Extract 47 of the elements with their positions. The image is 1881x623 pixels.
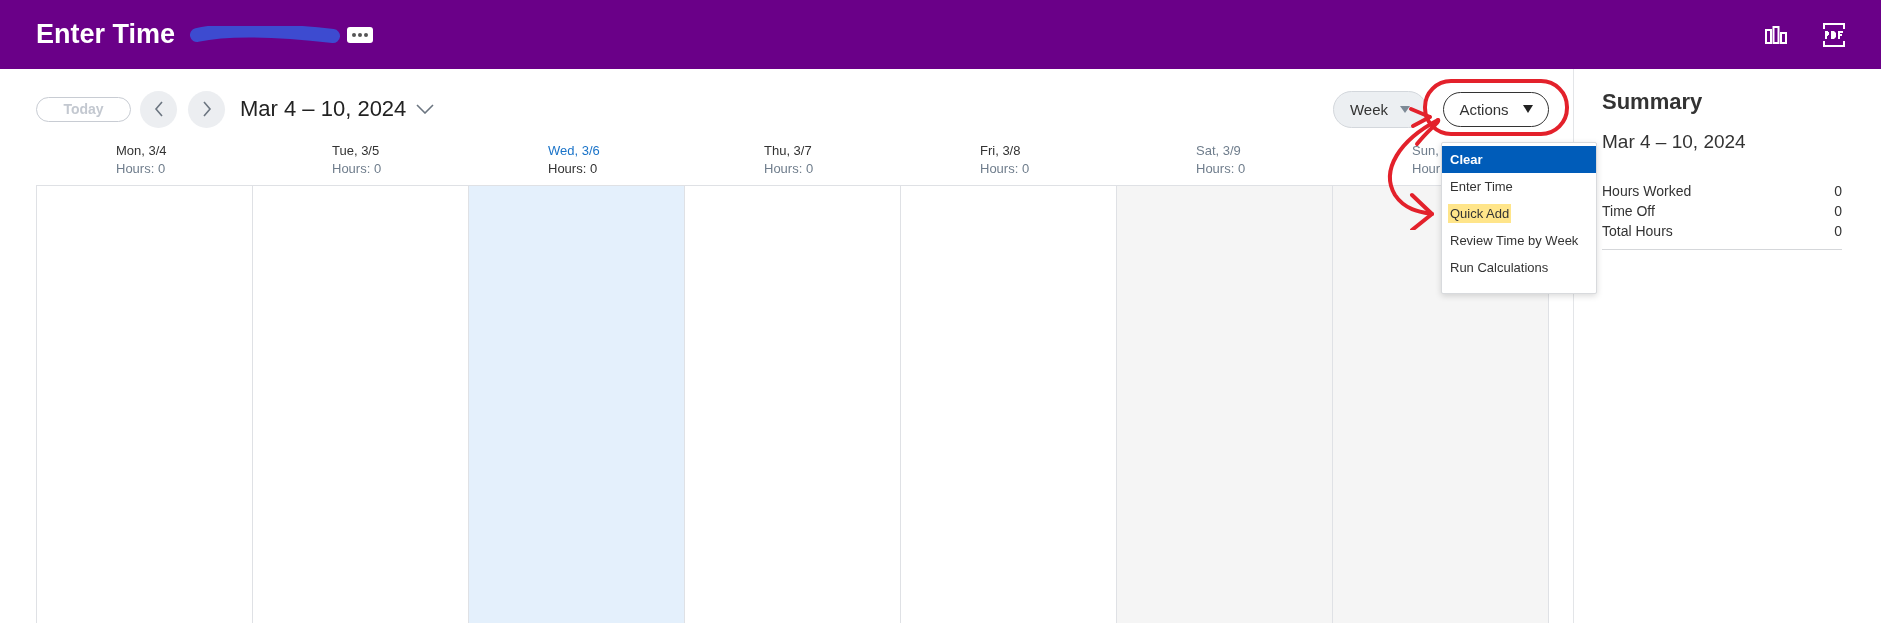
chevron-right-icon: [201, 101, 212, 117]
date-range-picker[interactable]: Mar 4 – 10, 2024: [240, 96, 435, 122]
day-label: Tue, 3/5: [332, 142, 381, 160]
menu-item[interactable]: Quick Add: [1442, 200, 1596, 227]
day-label: Wed, 3/6: [548, 142, 601, 160]
pdf-icon[interactable]: [1823, 22, 1845, 47]
menu-item[interactable]: Review Time by Week: [1442, 227, 1596, 254]
day-label: Thu, 3/7: [764, 142, 813, 160]
day-hours: Hours: 0: [548, 160, 599, 178]
chevron-left-icon: [153, 101, 164, 117]
menu-item[interactable]: Run Calculations: [1442, 254, 1596, 281]
menu-item-label: Quick Add: [1448, 204, 1512, 223]
summary-value: 0: [1834, 222, 1842, 241]
menu-item-label: Run Calculations: [1449, 259, 1550, 277]
day-hours: Hours: 0: [332, 160, 383, 178]
menu-item[interactable]: Enter Time: [1442, 173, 1596, 200]
day-hours: Hours: 0: [116, 160, 167, 178]
menu-item-label: Clear: [1449, 151, 1484, 169]
day-hours: Hours: 0: [980, 160, 1031, 178]
summary-value: 0: [1834, 202, 1842, 221]
summary-label: Total Hours: [1602, 222, 1673, 241]
more-button[interactable]: [347, 26, 374, 43]
summary-value: 0: [1834, 182, 1842, 201]
day-column[interactable]: [1117, 186, 1333, 623]
menu-item[interactable]: Clear: [1442, 146, 1596, 173]
caret-icon: [1522, 105, 1533, 113]
chart-icon[interactable]: [1765, 25, 1787, 44]
day-hours: Hours: 0: [764, 160, 815, 178]
day-hours: Hour: [1412, 160, 1442, 178]
day-hours: Hours: 0: [1196, 160, 1247, 178]
day-label: Mon, 3/4: [116, 142, 168, 160]
menu-item-label: Review Time by Week: [1449, 232, 1580, 250]
day-label: Fri, 3/8: [980, 142, 1022, 160]
summary-label: Time Off: [1602, 202, 1655, 221]
next-button[interactable]: [188, 90, 225, 128]
summary-date-range: Mar 4 – 10, 2024: [1602, 131, 1747, 153]
actions-button[interactable]: Actions: [1443, 91, 1549, 127]
menu-item-label: Enter Time: [1449, 178, 1514, 196]
day-column[interactable]: [469, 186, 685, 623]
page-title: Enter Time: [36, 19, 176, 50]
summary-label: Hours Worked: [1602, 182, 1692, 201]
caret-icon: [1400, 105, 1411, 113]
previous-button[interactable]: [140, 90, 177, 128]
summary-title: Summary: [1602, 89, 1704, 115]
view-select[interactable]: Week: [1333, 90, 1427, 128]
chevron-down-icon: [416, 104, 435, 114]
day-label: Sat, 3/9: [1196, 142, 1242, 160]
